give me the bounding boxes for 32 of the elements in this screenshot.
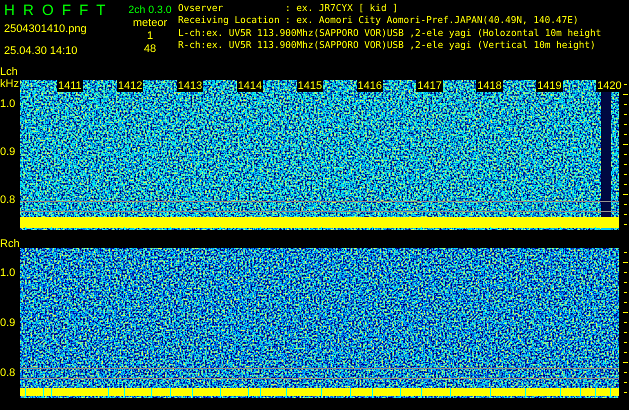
meteor-count: 1 — [146, 30, 154, 43]
channel-label: Lch — [0, 66, 18, 78]
version-label: 2ch 0.3.0 — [128, 3, 172, 17]
meteor-count: 48 — [144, 43, 156, 56]
axis-tick-label: 0.9 — [0, 317, 16, 329]
info-value: : ex. Aomori City Aomori-Pref.JAPAN(40.49N, 140.47E) — [285, 15, 578, 28]
time-label: 1413 — [176, 80, 204, 92]
axis-tick-label: 0.8 — [0, 367, 16, 379]
time-label: 1417 — [416, 80, 443, 92]
axis-tick-label: 1.0 — [0, 267, 16, 279]
channel-info: L-ch:ex. UV5R 113.900Mhz(SAPPORO VOR)USB ,2-ele yagi (Holozontal 10m height — [178, 28, 602, 40]
time-label: 1411 — [57, 80, 83, 92]
time-label: 1415 — [296, 80, 324, 92]
time-label: 1416 — [356, 80, 383, 92]
info-value: : ex. JR7CYX [ kid ] — [285, 3, 398, 16]
time-label: 1412 — [116, 80, 144, 92]
axis-tick-label: 0.8 — [0, 194, 16, 206]
file-name: 2504301410.png — [4, 23, 88, 36]
time-label: 1414 — [236, 80, 264, 92]
channel-info: R-ch:ex. UV5R 113.900Mhz(SAPPORO VOR)USB ,2-ele yagi (Vertical 10m height) — [178, 40, 597, 52]
meteor-label: meteor — [132, 17, 168, 30]
info-label: Ovserver — [178, 3, 224, 16]
time-label: 1420 — [596, 80, 623, 92]
axis-tick-label: 1.0 — [0, 98, 16, 110]
info-label: Receiving Location — [178, 15, 281, 28]
time-label: 1418 — [476, 80, 503, 92]
date-time: 25.04.30 14:10 — [4, 45, 78, 58]
channel-label: Rch — [0, 238, 20, 250]
app-title: H R O F F T — [4, 3, 108, 19]
axis-tick-label: 0.9 — [0, 146, 16, 158]
unit-label: kHz — [0, 78, 19, 90]
time-label: 1419 — [536, 80, 563, 92]
